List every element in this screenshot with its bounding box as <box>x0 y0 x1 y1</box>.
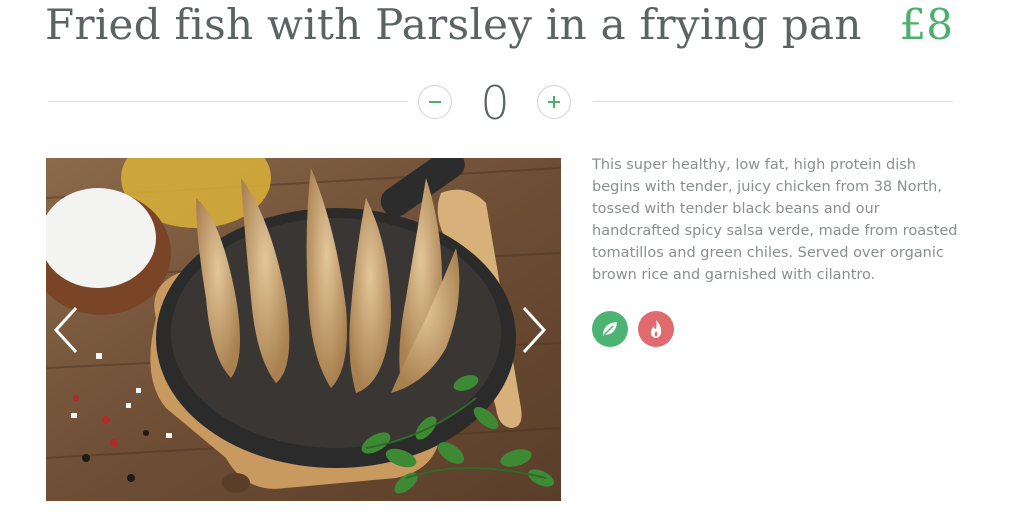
flame-icon <box>650 320 662 338</box>
gallery-prev-button[interactable] <box>52 306 82 354</box>
increase-quantity-button[interactable] <box>537 85 571 119</box>
chevron-left-icon <box>53 306 78 354</box>
dish-photo <box>46 158 561 501</box>
dish-description: This super healthy, low fat, high protei… <box>592 157 958 283</box>
decrease-quantity-button[interactable] <box>418 85 452 119</box>
divider-right <box>593 101 953 102</box>
dish-price: £8 <box>899 0 953 49</box>
divider-left <box>48 101 408 102</box>
gallery-next-button[interactable] <box>518 306 548 354</box>
fried-fish-image <box>46 158 561 501</box>
quantity-value: 0 <box>480 76 510 130</box>
leaf-icon <box>603 322 617 336</box>
dish-title: Fried fish with Parsley in a frying pan <box>45 0 862 49</box>
plus-icon <box>548 96 560 108</box>
vegetarian-badge <box>592 311 628 347</box>
spicy-badge <box>638 311 674 347</box>
chevron-right-icon <box>522 306 547 354</box>
minus-icon <box>429 101 441 103</box>
